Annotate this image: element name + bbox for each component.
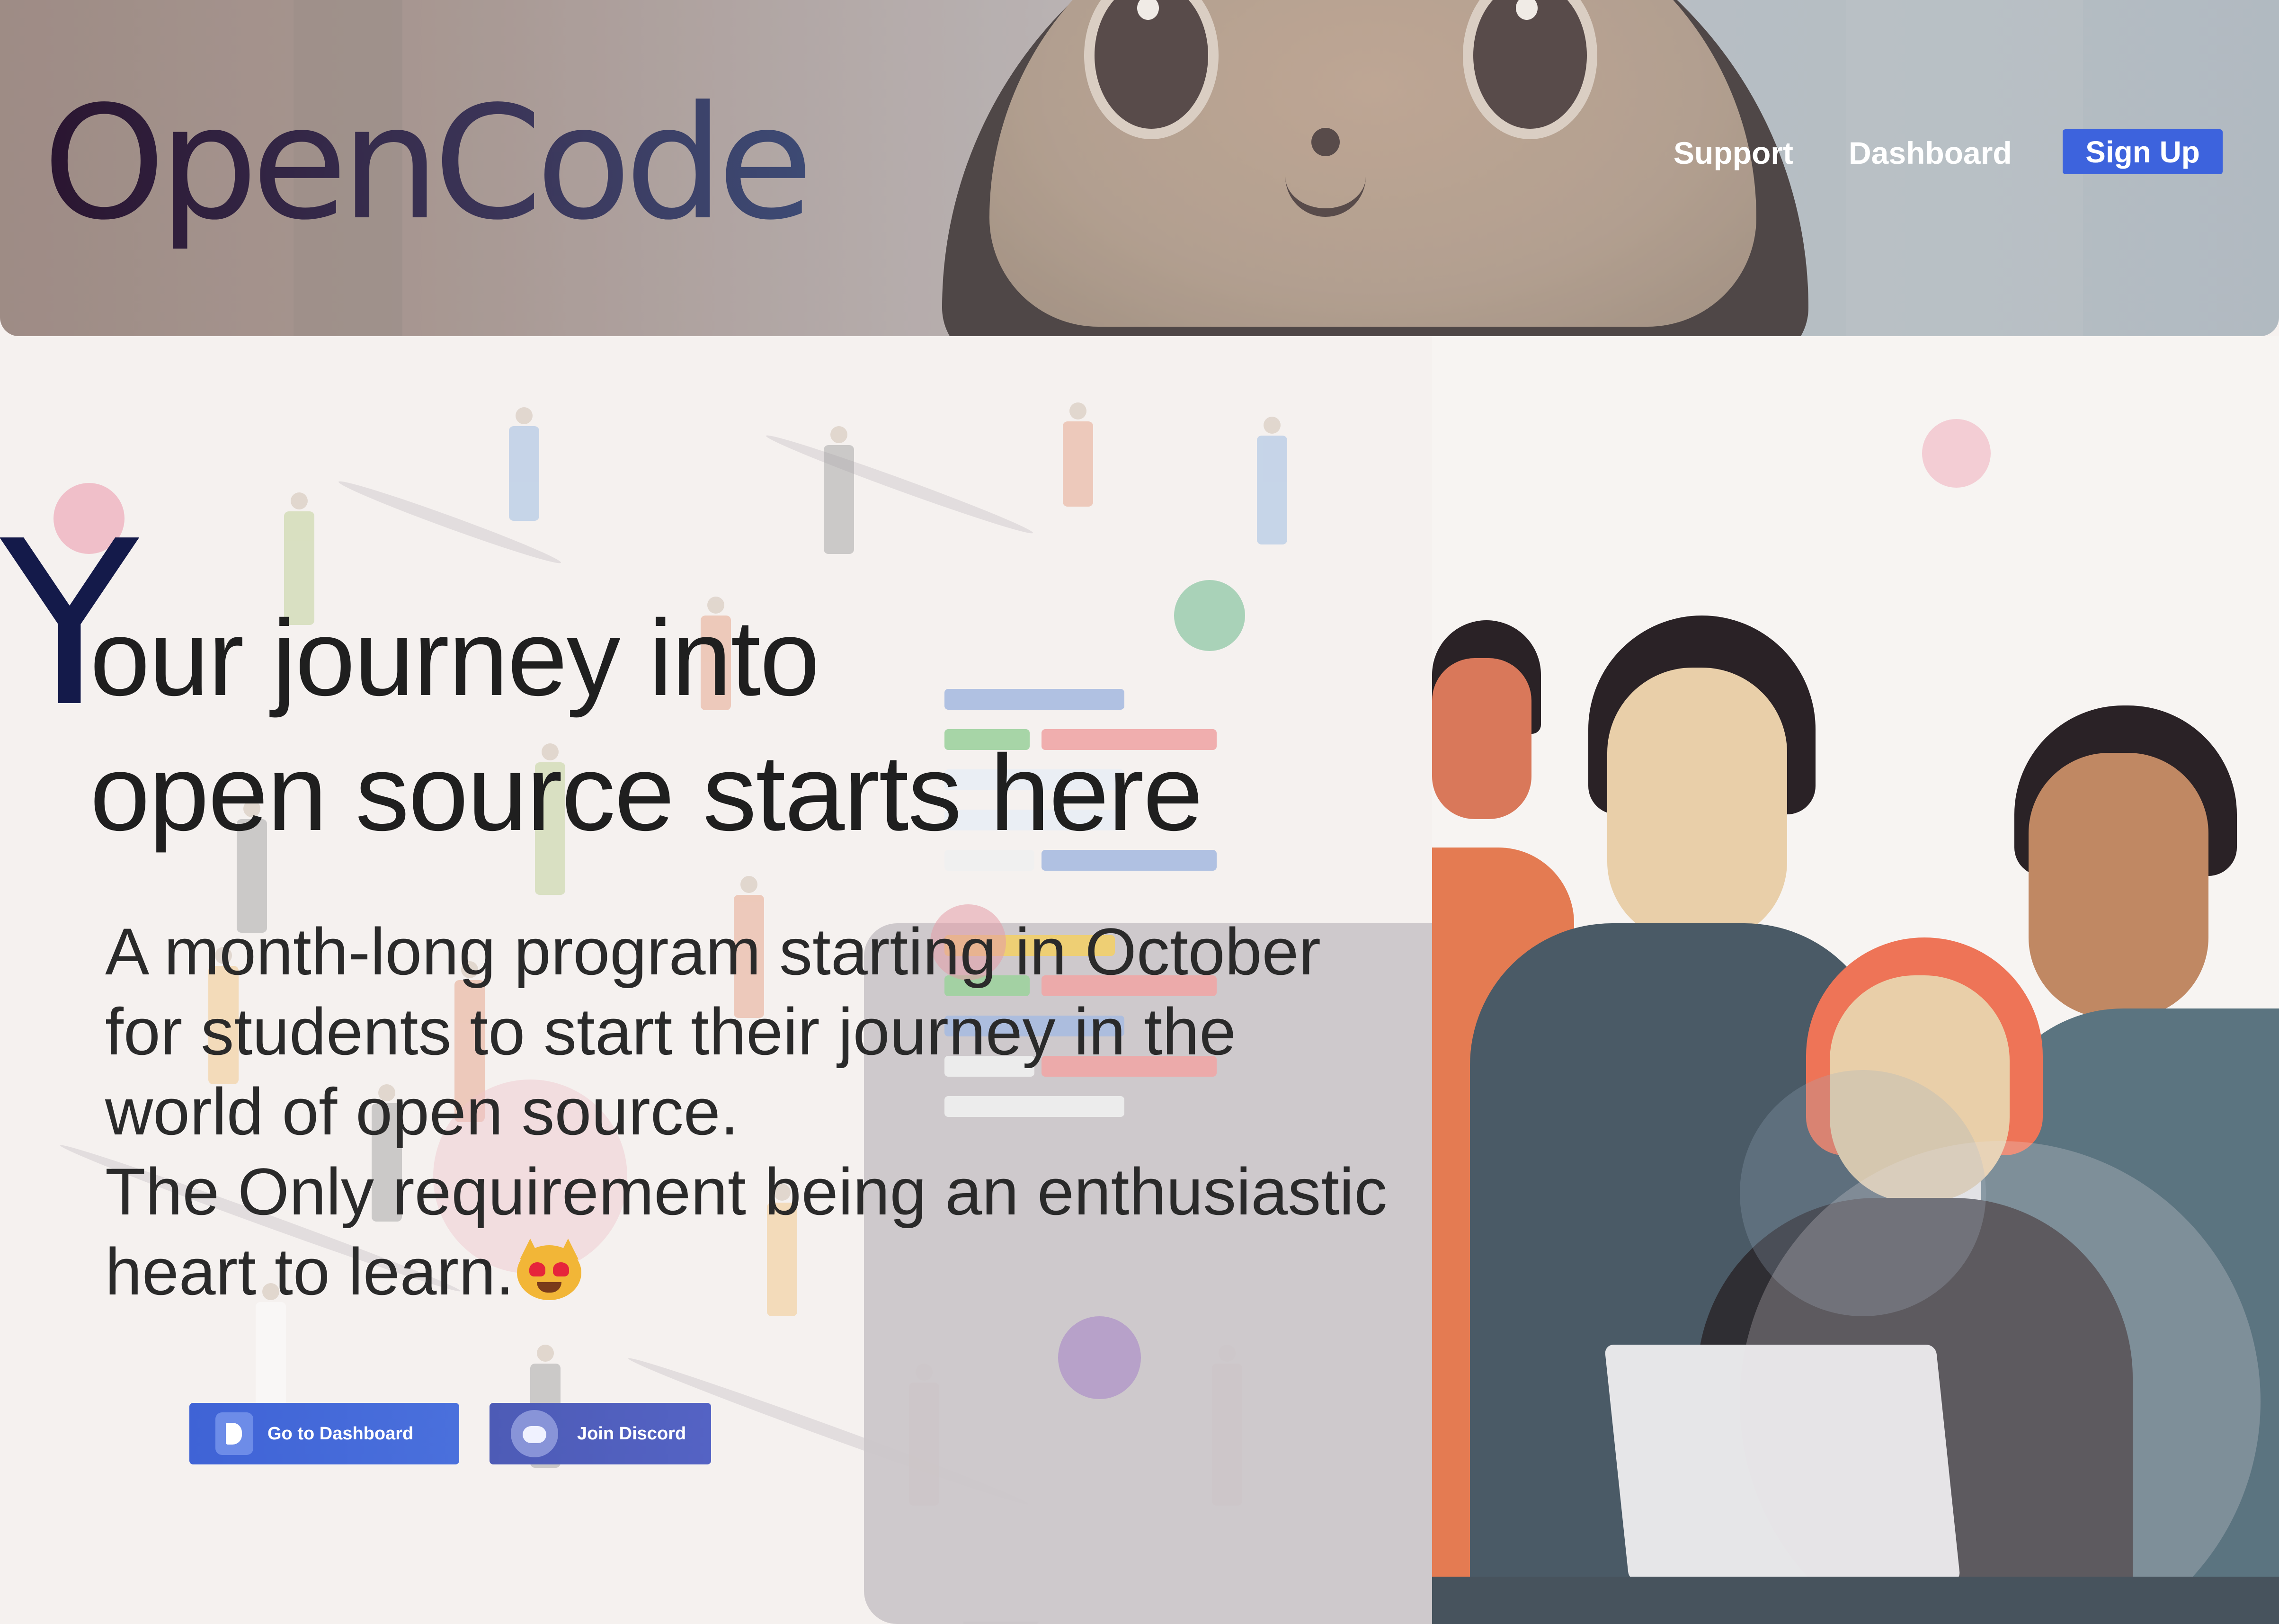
signup-button[interactable]: Sign Up <box>2063 129 2223 174</box>
team-illustration <box>1432 336 2279 1624</box>
bg-person <box>824 426 854 554</box>
person-face <box>2029 753 2208 1018</box>
nav-dashboard-link[interactable]: Dashboard <box>1849 130 2012 176</box>
decor-dot <box>1174 580 1245 651</box>
bg-shadow <box>764 430 1035 539</box>
decor-dot <box>1922 419 1991 488</box>
person-face <box>1607 668 1787 942</box>
hero-title-line2: open source starts here <box>90 733 1203 853</box>
bg-person <box>1063 402 1093 507</box>
bg-person <box>1257 417 1287 544</box>
go-to-dashboard-label: Go to Dashboard <box>267 1423 414 1444</box>
go-to-dashboard-button[interactable]: Go to Dashboard <box>189 1403 459 1464</box>
desk-illustration <box>1432 1577 2279 1624</box>
bg-person <box>509 407 539 521</box>
join-discord-label: Join Discord <box>577 1423 686 1444</box>
code-bubble-tail <box>963 1622 1039 1624</box>
hero-title-line1: our journey into <box>90 598 820 718</box>
nav-support-link[interactable]: Support <box>1674 130 1793 176</box>
smiling-cat-heart-eyes-icon <box>516 1239 581 1300</box>
dashboard-icon <box>215 1412 253 1455</box>
decor-dot <box>1058 1316 1141 1399</box>
site-logo[interactable]: OpenCode <box>43 78 813 249</box>
join-discord-button[interactable]: Join Discord <box>490 1403 711 1464</box>
hero-description-line2: The Only requirement being an enthusiast… <box>105 1154 1388 1309</box>
hero-description: A month-long program starting in October… <box>105 911 1469 1312</box>
hero-description-line1: A month-long program starting in October… <box>105 914 1321 1149</box>
header: OpenCode Support Dashboard Sign Up <box>0 0 2279 336</box>
hero-description-line2-wrap: The Only requirement being an enthusiast… <box>105 1151 1469 1312</box>
discord-icon <box>511 1410 558 1457</box>
person-face <box>1432 658 1531 819</box>
code-line <box>944 689 1124 710</box>
